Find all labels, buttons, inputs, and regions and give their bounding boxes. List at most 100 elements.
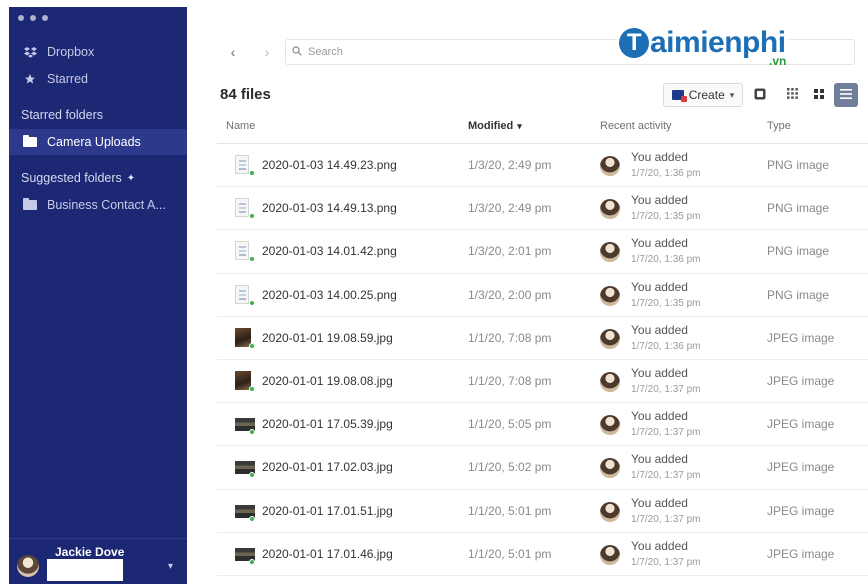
activity-text: You added	[631, 236, 688, 251]
table-row[interactable]: 2020-01-01 17.05.39.jpg 1/1/20, 5:05 pm Yo…	[217, 403, 868, 447]
column-header-type[interactable]: Type	[767, 120, 791, 132]
file-name[interactable]: 2020-01-03 14.01.42.png	[262, 244, 397, 258]
preview-toggle-button[interactable]	[748, 83, 772, 107]
sidebar-item-label: Business Contact A...	[47, 198, 166, 212]
list-view-button[interactable]	[834, 83, 858, 107]
folder-icon	[23, 135, 37, 149]
chevron-down-icon[interactable]: ▾	[168, 561, 173, 572]
activity-text: You added	[631, 495, 688, 510]
user-account[interactable]: Jackie Dove ▾	[9, 538, 187, 584]
activity-time: 1/7/20, 1:37 pm	[631, 427, 701, 439]
redacted-box	[47, 559, 123, 581]
table-row[interactable]: 2020-01-03 14.49.13.png 1/3/20, 2:49 pm Yo…	[217, 187, 868, 231]
minimize-window-dot[interactable]	[30, 15, 36, 21]
file-type: JPEG image	[767, 460, 835, 475]
file-thumbnail	[235, 284, 255, 306]
large-grid-view-button[interactable]	[807, 83, 831, 107]
column-header-name[interactable]: Name	[226, 120, 255, 132]
synced-check-icon	[249, 385, 255, 392]
activity-text: You added	[631, 452, 688, 467]
thumbnail-image	[235, 241, 249, 261]
sidebar-item-label: Starred	[47, 72, 88, 86]
avatar	[600, 242, 620, 263]
table-row[interactable]: 2020-01-01 19.08.59.jpg 1/1/20, 7:08 pm Yo…	[217, 317, 868, 360]
file-name[interactable]: 2020-01-01 17.01.46.jpg	[262, 547, 393, 561]
activity-time: 1/7/20, 1:37 pm	[631, 383, 701, 395]
activity-time: 1/7/20, 1:36 pm	[631, 254, 701, 266]
maximize-window-dot[interactable]	[42, 15, 48, 21]
suggested-folders-heading: Suggested folders ✦	[21, 171, 135, 185]
synced-check-icon	[249, 170, 255, 176]
create-button[interactable]: Create ▾	[663, 83, 743, 107]
table-row[interactable]: 2020-01-01 19.08.08.jpg 1/1/20, 7:08 pm Yo…	[217, 360, 868, 404]
avatar	[600, 458, 620, 479]
file-name[interactable]: 2020-01-01 17.05.39.jpg	[262, 417, 393, 431]
watermark-sub: .vn	[769, 54, 787, 68]
thumbnail-image	[235, 284, 249, 304]
file-count: 84 files	[220, 86, 271, 103]
file-name[interactable]: 2020-01-01 17.01.51.jpg	[262, 504, 393, 518]
file-thumbnail	[235, 544, 255, 565]
forward-button[interactable]: ›	[255, 41, 279, 63]
activity-time: 1/7/20, 1:37 pm	[631, 556, 701, 568]
file-name[interactable]: 2020-01-01 19.08.08.jpg	[262, 374, 393, 388]
panel-icon	[754, 88, 766, 103]
file-modified: 1/3/20, 2:49 pm	[468, 201, 552, 216]
file-type: PNG image	[767, 287, 830, 302]
file-modified: 1/1/20, 7:08 pm	[468, 373, 552, 388]
synced-check-icon	[249, 429, 255, 436]
file-thumbnail	[235, 501, 255, 522]
sparkle-icon: ✦	[126, 172, 136, 184]
sidebar-item-dropbox[interactable]: Dropbox	[9, 39, 187, 65]
user-name: Jackie Dove	[55, 545, 125, 559]
column-header-modified[interactable]: Modified ▾	[468, 120, 522, 132]
avatar	[17, 555, 39, 577]
avatar	[600, 371, 620, 392]
table-row[interactable]: 2020-01-03 14.01.42.png 1/3/20, 2:01 pm Yo…	[217, 230, 868, 274]
search-icon	[292, 45, 302, 59]
file-type: PNG image	[767, 244, 830, 259]
activity-text: You added	[631, 409, 688, 424]
file-name[interactable]: 2020-01-01 19.08.59.jpg	[262, 331, 393, 345]
create-icon	[671, 90, 687, 102]
back-button[interactable]: ‹	[221, 41, 245, 63]
synced-check-icon	[249, 472, 255, 479]
table-row[interactable]: 2020-01-03 14.00.25.png 1/3/20, 2:00 pm Yo…	[217, 274, 868, 317]
file-type: PNG image	[767, 158, 830, 172]
file-modified: 1/1/20, 5:01 pm	[468, 546, 552, 561]
synced-check-icon	[249, 515, 255, 522]
sidebar-item-camera-uploads[interactable]: Camera Uploads	[9, 129, 187, 155]
file-name[interactable]: 2020-01-03 14.49.13.png	[262, 201, 397, 215]
file-modified: 1/1/20, 5:02 pm	[468, 460, 552, 475]
grid-view-button[interactable]	[780, 83, 804, 107]
file-name[interactable]: 2020-01-03 14.49.23.png	[262, 158, 397, 172]
sidebar-item-business-contact[interactable]: Business Contact A...	[9, 192, 187, 218]
list-icon	[840, 88, 852, 102]
file-thumbnail	[235, 198, 255, 220]
table-row[interactable]: 2020-01-01 17.01.46.jpg 1/1/20, 5:01 pm Yo…	[217, 533, 868, 576]
table-row[interactable]: 2020-01-01 17.02.03.jpg 1/1/20, 5:02 pm Yo…	[217, 446, 868, 490]
activity-text: You added	[631, 322, 688, 337]
window-controls	[18, 15, 48, 21]
file-type: PNG image	[767, 201, 830, 216]
search-placeholder: Search	[308, 46, 343, 58]
activity-time: 1/7/20, 1:37 pm	[631, 470, 701, 482]
close-window-dot[interactable]	[18, 15, 24, 21]
file-modified: 1/3/20, 2:00 pm	[468, 287, 552, 302]
file-modified: 1/3/20, 2:49 pm	[468, 158, 552, 172]
column-header-modified-label: Modified	[468, 120, 514, 132]
file-thumbnail	[235, 155, 255, 176]
file-name[interactable]: 2020-01-03 14.00.25.png	[262, 288, 397, 302]
table-row[interactable]: 2020-01-03 14.49.23.png 1/3/20, 2:49 pm Yo…	[217, 144, 868, 188]
column-header-activity[interactable]: Recent activity	[600, 120, 672, 132]
file-modified: 1/1/20, 5:05 pm	[468, 417, 552, 432]
synced-check-icon	[249, 342, 255, 349]
star-icon	[23, 72, 37, 86]
chevron-left-icon: ‹	[230, 44, 236, 60]
table-row[interactable]: 2020-01-01 17.01.51.jpg 1/1/20, 5:01 pm Yo…	[217, 490, 868, 533]
file-modified: 1/1/20, 5:01 pm	[468, 503, 552, 518]
file-list: 2020-01-03 14.49.23.png 1/3/20, 2:49 pm Yo…	[217, 144, 868, 576]
avatar	[600, 328, 620, 349]
sidebar-item-starred[interactable]: Starred	[9, 66, 187, 92]
file-name[interactable]: 2020-01-01 17.02.03.jpg	[262, 460, 393, 474]
